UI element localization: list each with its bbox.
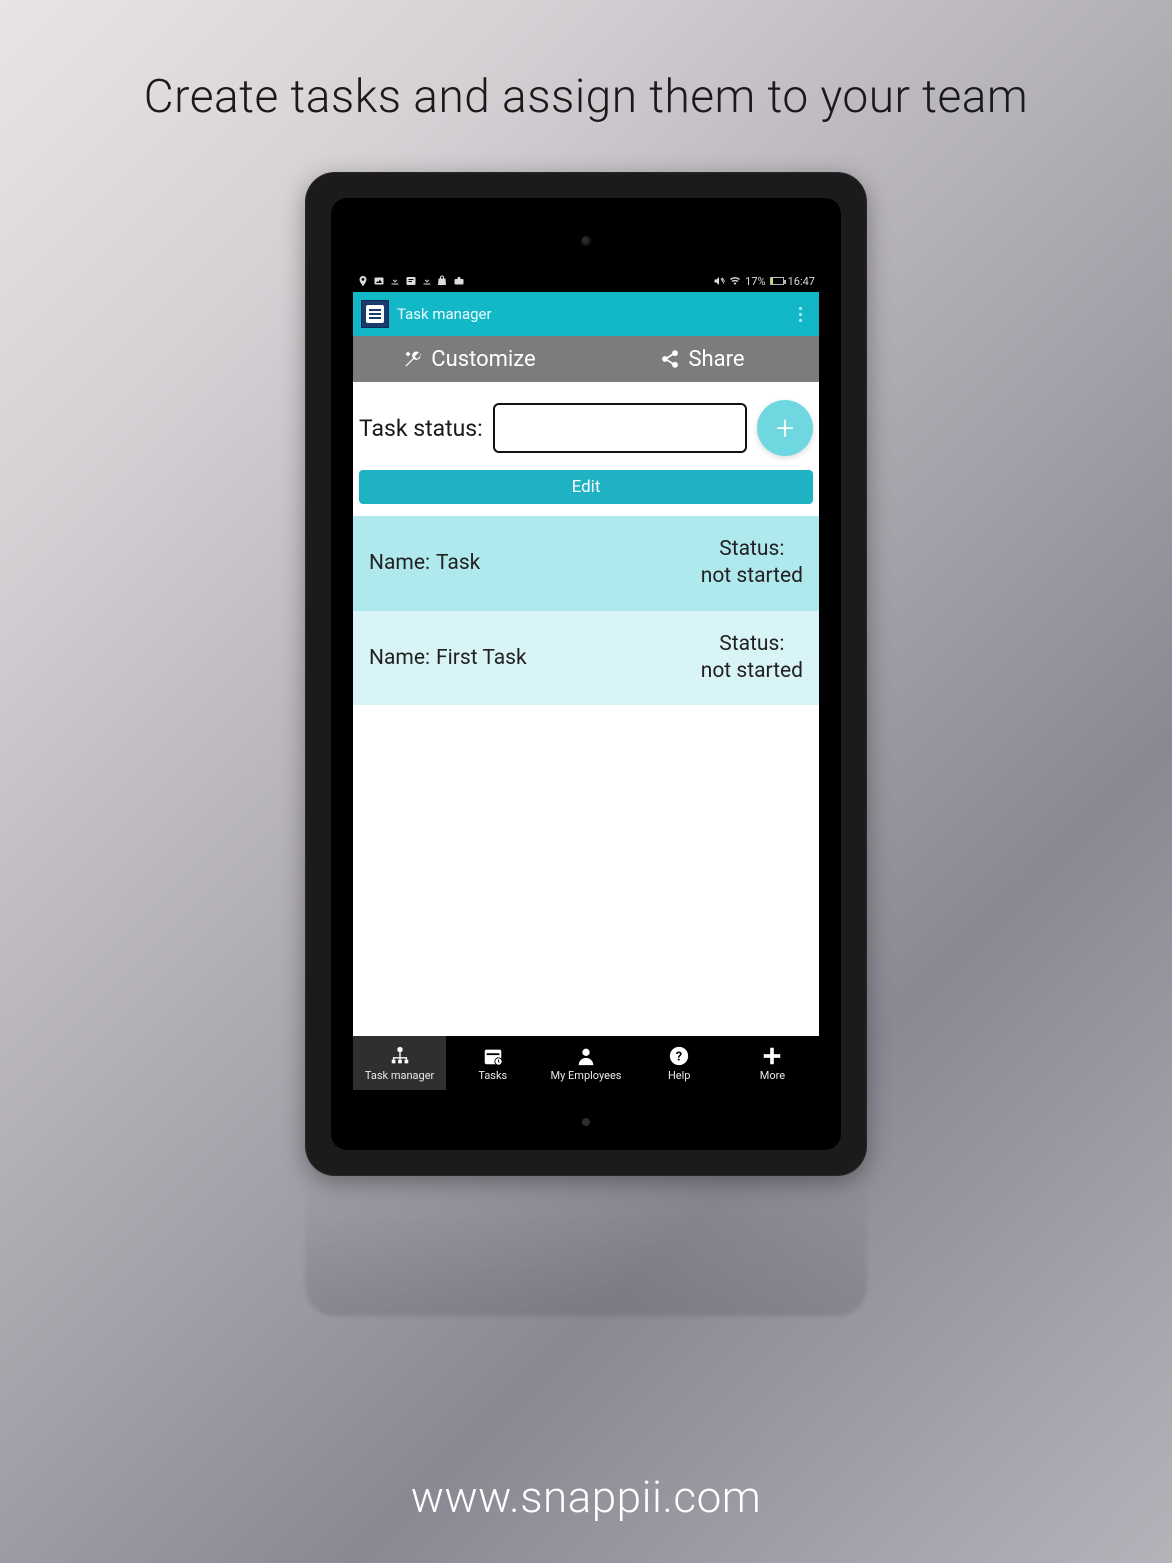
nav-label: Help [668, 1069, 691, 1082]
nav-employees[interactable]: My Employees [539, 1036, 632, 1090]
clipboard-icon [366, 305, 384, 323]
nav-tasks[interactable]: Tasks [446, 1036, 539, 1090]
page-headline: Create tasks and assign them to your tea… [0, 70, 1172, 124]
wrench-icon [403, 349, 423, 369]
content-area: Task status: + Edit Name: Task Status: n… [353, 382, 819, 1036]
task-row[interactable]: Name: First Task Status: not started [353, 611, 819, 706]
share-button[interactable]: Share [586, 336, 819, 382]
inbox-icon [405, 275, 417, 287]
app-bar-title: Task manager [397, 305, 791, 323]
customize-label: Customize [431, 347, 535, 372]
task-status-label: Status: [719, 631, 784, 658]
tablet-inner: 17% 16:47 Task manager Customi [331, 198, 841, 1150]
mute-icon [713, 275, 725, 287]
battery-icon [770, 277, 784, 285]
person-icon [575, 1045, 597, 1067]
app-icon[interactable] [361, 300, 389, 328]
task-row[interactable]: Name: Task Status: not started [353, 516, 819, 611]
status-bar-left [357, 275, 465, 287]
battery-percent: 17% [745, 275, 765, 288]
tablet-camera [581, 236, 591, 246]
share-label: Share [688, 347, 744, 372]
edit-button[interactable]: Edit [359, 470, 813, 504]
clock: 16:47 [788, 275, 815, 288]
task-name: First Task [436, 646, 527, 670]
page-footer: www.snappii.com [0, 1471, 1172, 1523]
image-icon [373, 275, 385, 287]
hierarchy-icon [389, 1045, 411, 1067]
tablet-home-dot [582, 1118, 590, 1126]
location-icon [357, 275, 369, 287]
android-status-bar: 17% 16:47 [353, 270, 819, 292]
task-name-label: Name: [369, 646, 430, 670]
calendar-icon [482, 1045, 504, 1067]
customize-button[interactable]: Customize [353, 336, 586, 382]
nav-help[interactable]: ? Help [633, 1036, 726, 1090]
app-bar: Task manager [353, 292, 819, 336]
nav-label: Tasks [478, 1069, 507, 1082]
nav-label: Task manager [365, 1069, 434, 1082]
download-icon [389, 275, 401, 287]
toolbar: Customize Share [353, 336, 819, 382]
nav-label: More [760, 1069, 785, 1082]
task-status-label: Status: [719, 536, 784, 563]
add-task-button[interactable]: + [757, 400, 813, 456]
status-bar-right: 17% 16:47 [713, 275, 815, 288]
task-status-value: not started [701, 563, 803, 590]
task-name: Task [436, 551, 480, 575]
wifi-icon [729, 275, 741, 287]
svg-text:?: ? [676, 1049, 682, 1064]
tablet-frame: 17% 16:47 Task manager Customi [305, 172, 867, 1176]
share-icon [660, 349, 680, 369]
shop-icon [437, 275, 449, 287]
download-icon-2 [421, 275, 433, 287]
task-status-label: Task status: [359, 415, 483, 442]
tablet-reflection [305, 1176, 867, 1316]
nav-more[interactable]: More [726, 1036, 819, 1090]
bottom-nav: Task manager Tasks My Employees ? Help M… [353, 1036, 819, 1090]
device-screen: 17% 16:47 Task manager Customi [353, 270, 819, 1090]
task-status-value: not started [701, 658, 803, 685]
filter-row: Task status: + [353, 382, 819, 466]
task-status-input[interactable] [493, 403, 747, 453]
task-name-label: Name: [369, 551, 430, 575]
task-list: Name: Task Status: not started Name: Fir… [353, 516, 819, 705]
briefcase-icon [453, 275, 465, 287]
nav-label: My Employees [551, 1069, 622, 1082]
nav-task-manager[interactable]: Task manager [353, 1036, 446, 1090]
overflow-menu-icon[interactable] [799, 307, 805, 322]
help-icon: ? [668, 1045, 690, 1067]
plus-icon [761, 1045, 783, 1067]
